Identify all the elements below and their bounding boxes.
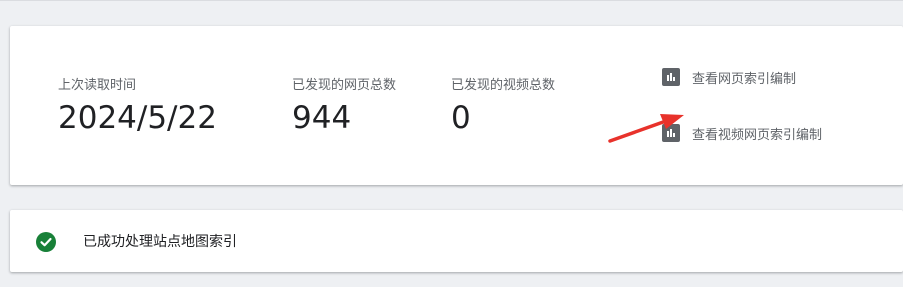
view-page-indexing-label: 查看网页索引编制 [692, 71, 797, 87]
bar-chart-icon [662, 68, 680, 86]
last-read-value: 2024/5/22 [58, 100, 217, 136]
discovered-videos-value: 0 [451, 100, 471, 136]
last-read-label: 上次读取时间 [58, 78, 137, 93]
check-circle-icon [36, 232, 56, 252]
sitemap-stats-card: 上次读取时间 2024/5/22 已发现的网页总数 944 已发现的视频总数 0… [10, 26, 903, 185]
discovered-videos-label: 已发现的视频总数 [451, 78, 556, 93]
discovered-pages-value: 944 [292, 100, 352, 136]
red-arrow-annotation [608, 114, 684, 143]
view-video-indexing-label: 查看视频网页索引编制 [692, 127, 823, 143]
status-message: 已成功处理站点地图索引 [83, 234, 237, 250]
discovered-pages-label: 已发现的网页总数 [292, 78, 397, 93]
status-card: 已成功处理站点地图索引 [10, 210, 903, 272]
view-page-indexing-link[interactable]: 查看网页索引编制 [662, 68, 797, 87]
top-divider [0, 0, 903, 1]
